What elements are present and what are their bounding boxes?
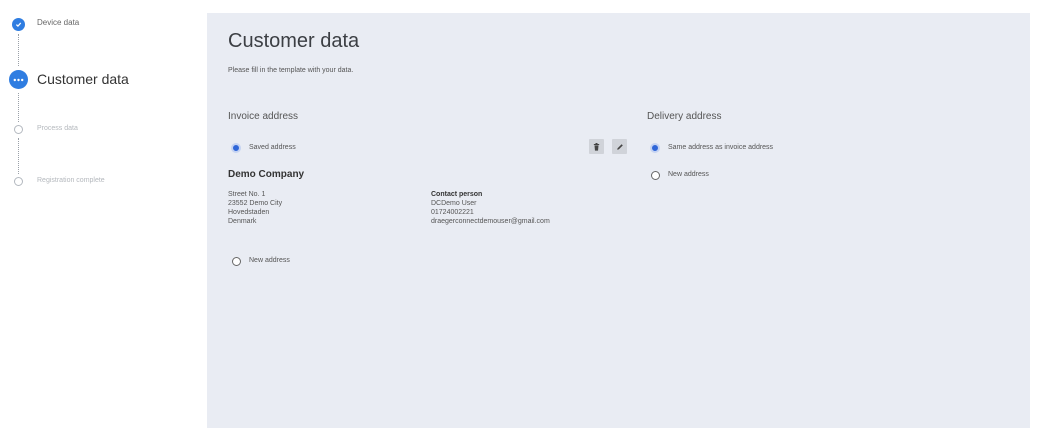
- step-label: Process data: [37, 125, 78, 132]
- delivery-address-heading: Delivery address: [647, 111, 722, 122]
- contact-line: 01724002221: [431, 209, 474, 216]
- address-line: 23552 Demo City: [228, 200, 283, 207]
- new-address-label: New address: [249, 257, 290, 264]
- progress-stepper: Device data Customer data Process data R…: [0, 0, 207, 428]
- delete-address-button[interactable]: [589, 139, 604, 154]
- address-line: Street No. 1: [228, 191, 266, 198]
- invoice-address-heading: Invoice address: [228, 111, 299, 122]
- new-address-label: New address: [668, 171, 709, 178]
- ellipsis-icon: [9, 70, 28, 89]
- radio-selected-icon[interactable]: [650, 143, 660, 153]
- step-label: Customer data: [37, 71, 129, 87]
- step-connector: [18, 34, 19, 66]
- step-connector: [18, 93, 19, 122]
- radio-selected-icon[interactable]: [231, 143, 241, 153]
- contact-line: draegerconnectdemouser@gmail.com: [431, 218, 550, 225]
- address-line: Denmark: [228, 218, 257, 225]
- address-line: Hovedstaden: [228, 209, 270, 216]
- radio-unselected-icon[interactable]: [651, 171, 660, 180]
- empty-circle-icon: [14, 125, 23, 134]
- pencil-icon: [616, 143, 623, 150]
- customer-data-panel: Customer data Please fill in the templat…: [207, 13, 1030, 428]
- company-name: Demo Company: [228, 169, 305, 180]
- trash-icon: [593, 142, 600, 151]
- empty-circle-icon: [14, 177, 23, 186]
- step-label: Registration complete: [37, 177, 105, 184]
- step-connector: [18, 138, 19, 174]
- edit-address-button[interactable]: [612, 139, 627, 154]
- step-label: Device data: [37, 18, 80, 27]
- page-title: Customer data: [228, 30, 360, 52]
- saved-address-label: Saved address: [249, 144, 296, 151]
- contact-line: DCDemo User: [431, 200, 477, 207]
- same-address-label: Same address as invoice address: [668, 144, 774, 151]
- radio-unselected-icon[interactable]: [232, 257, 241, 266]
- check-icon: [12, 18, 25, 31]
- contact-person-heading: Contact person: [431, 191, 483, 198]
- page-subtitle: Please fill in the template with your da…: [228, 67, 354, 74]
